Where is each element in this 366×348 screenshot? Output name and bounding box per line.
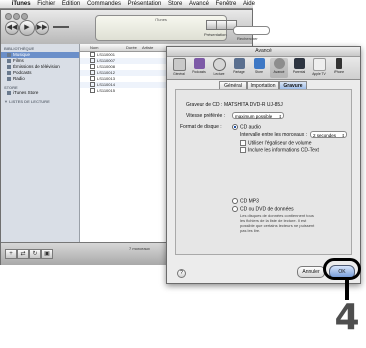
store-icon [7, 90, 11, 95]
menu-edition[interactable]: Édition [62, 0, 80, 8]
menu-fichier[interactable]: Fichier [37, 0, 55, 8]
film-icon [7, 58, 11, 63]
select-arrows-icon: ⇕ [341, 133, 345, 138]
radio-icon [7, 76, 11, 81]
column-artist[interactable]: Artiste [142, 45, 153, 50]
presentation-label: Présentation [204, 32, 227, 37]
pref-tab-iphone[interactable]: iPhone [330, 58, 348, 78]
cancel-button[interactable]: Annuler [297, 266, 325, 278]
pref-tab-podcasts[interactable]: Podcasts [190, 58, 208, 78]
search-label: Rechercher [237, 36, 258, 41]
menu-aide[interactable]: Aide [243, 0, 255, 8]
preferences-dialog: Avancé Général Podcasts Lecture Partage … [166, 46, 361, 284]
close-window-icon[interactable] [5, 13, 12, 20]
pref-tab-apple-tv[interactable]: Apple TV [310, 58, 328, 78]
shuffle-icon[interactable]: ⇄ [17, 249, 29, 259]
podcast-icon [193, 58, 205, 69]
menu-store[interactable]: Store [168, 0, 182, 8]
next-track-icon[interactable]: ▶▶ [35, 21, 49, 35]
speed-label: Vitesse préférée : [186, 113, 226, 119]
sidebar-item-radio[interactable]: Radio [7, 76, 77, 82]
step-number: 4 [334, 297, 360, 338]
track-checkbox[interactable] [90, 70, 95, 76]
play-icon[interactable]: ▶ [19, 20, 35, 36]
cdtext-checkbox[interactable]: Inclure les informations CD-Text [240, 147, 319, 153]
format-label: Format de disque : [180, 124, 222, 130]
play-circle-icon [212, 58, 226, 71]
show-artwork-icon[interactable]: ▣ [41, 249, 53, 259]
track-checkbox[interactable] [90, 88, 95, 94]
burner-value: MATSHITA DVD-R UJ-85J [224, 102, 283, 108]
sidebar-heading-library: BIBLIOTHÈQUE [4, 46, 35, 51]
help-button[interactable]: ? [177, 269, 186, 278]
status-text: 7 morceaux [129, 246, 150, 251]
search-input[interactable] [233, 26, 270, 35]
mp3-cd-radio[interactable]: CD MP3 [232, 198, 259, 204]
music-note-icon [7, 52, 11, 57]
preferences-toolbar: Général Podcasts Lecture Partage Store A… [167, 57, 360, 80]
zoom-window-icon[interactable] [21, 13, 28, 20]
gap-select[interactable]: 2 secondes ⇕ [310, 131, 347, 138]
volume-slider[interactable] [53, 26, 69, 28]
itunes-toolbar: ◀◀ ▶ ▶▶ iTunes Présentation Rechercher [1, 10, 270, 44]
menu-fenetre[interactable]: Fenêtre [216, 0, 237, 8]
track-checkbox[interactable] [90, 58, 95, 64]
menu-presentation[interactable]: Présentation [128, 0, 162, 8]
speed-select[interactable]: maximum possible ⇕ [232, 112, 284, 119]
audio-cd-radio[interactable]: CD audio [232, 124, 261, 130]
sidebar-item-itunes-store[interactable]: iTunes Store [7, 90, 77, 96]
gap-label: Intervalle entre les morceaux : [240, 132, 307, 138]
gear-icon [273, 58, 285, 69]
store-bag-icon [253, 58, 265, 69]
track-checkbox[interactable] [90, 52, 95, 58]
volume-eq-checkbox[interactable]: Utiliser l'égaliseur de volume [240, 140, 311, 146]
track-checkbox[interactable] [90, 82, 95, 88]
burning-pane: Graveur de CD : MATSHITA DVD-R UJ-85J Vi… [175, 89, 352, 255]
menu-bar: iTunes Fichier Édition Commandes Présent… [0, 0, 255, 9]
pref-tab-parental[interactable]: Parental [290, 58, 308, 78]
repeat-icon[interactable]: ↻ [29, 249, 41, 259]
menu-itunes[interactable]: iTunes [12, 0, 31, 8]
pref-tab-sharing[interactable]: Partage [230, 58, 248, 78]
dialog-title: Avancé [255, 48, 272, 54]
menu-avance[interactable]: Avancé [189, 0, 209, 8]
sharing-icon [233, 58, 245, 69]
pref-tab-playback[interactable]: Lecture [210, 58, 228, 78]
tv-icon [7, 64, 11, 69]
ok-highlight-ring [323, 258, 361, 280]
menu-commandes[interactable]: Commandes [87, 0, 121, 8]
source-sidebar: BIBLIOTHÈQUE Musique Films Émissions de … [1, 44, 80, 242]
column-duration[interactable]: Durée [126, 45, 137, 50]
data-disc-note: Les disques de données contiennent tous … [240, 213, 315, 233]
column-name[interactable]: Nom [90, 45, 98, 50]
pref-tab-advanced[interactable]: Avancé [270, 58, 288, 78]
parental-icon [293, 58, 305, 69]
dialog-titlebar: Avancé [167, 47, 360, 57]
minimize-window-icon[interactable] [13, 13, 20, 20]
sidebar-heading-playlists[interactable]: ▼ LISTES DE LECTURE [4, 99, 50, 104]
iphone-icon [336, 58, 342, 69]
track-checkbox[interactable] [90, 64, 95, 70]
add-playlist-icon[interactable]: + [5, 249, 17, 259]
pref-tab-general[interactable]: Général [170, 58, 188, 78]
radio-selected-icon [232, 124, 238, 130]
podcast-icon [7, 70, 11, 75]
track-checkbox[interactable] [90, 76, 95, 82]
data-cd-radio[interactable]: CD ou DVD de données [232, 206, 294, 212]
burner-label: Graveur de CD : [186, 102, 223, 108]
switch-icon [172, 58, 186, 71]
pref-tab-store[interactable]: Store [250, 58, 268, 78]
previous-track-icon[interactable]: ◀◀ [5, 21, 19, 35]
apple-tv-icon [312, 58, 326, 71]
select-arrows-icon: ⇕ [278, 114, 282, 119]
